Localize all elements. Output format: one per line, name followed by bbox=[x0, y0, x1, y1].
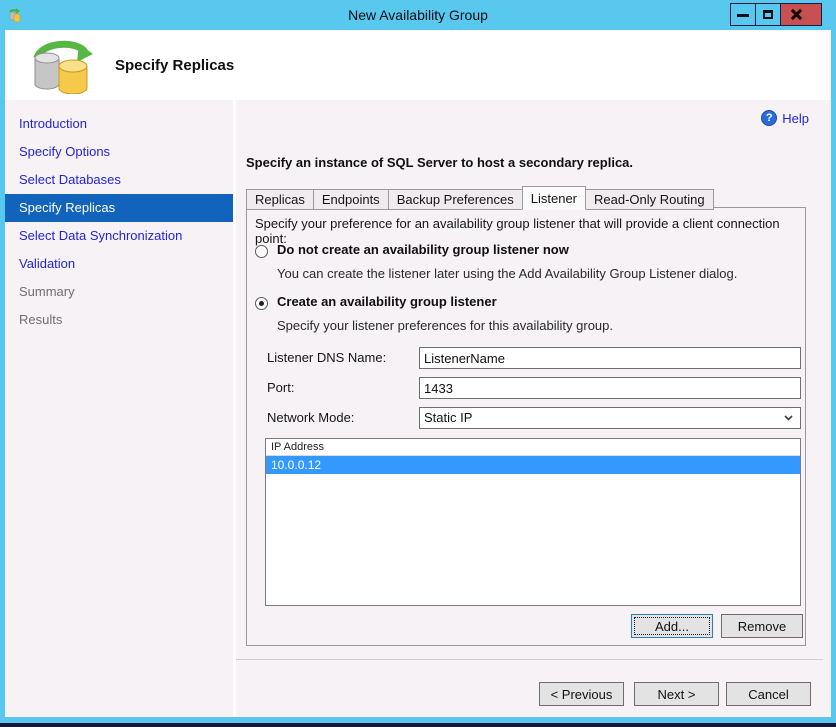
window-bottom-edge bbox=[0, 723, 836, 727]
cancel-button[interactable]: Cancel bbox=[726, 682, 811, 706]
sidebar-item-validation[interactable]: Validation bbox=[5, 250, 233, 278]
maximize-button[interactable] bbox=[755, 3, 781, 26]
create-listener-label[interactable]: Create an availability group listener bbox=[277, 294, 497, 309]
listener-tab-panel: Specify your preference for an availabil… bbox=[246, 207, 806, 646]
tab-read-only-routing[interactable]: Read-Only Routing bbox=[585, 189, 714, 210]
help-label: Help bbox=[782, 110, 809, 126]
dialog-window: New Availability Group Specify Replicas bbox=[0, 0, 836, 727]
window-title: New Availability Group bbox=[348, 7, 488, 23]
ip-list-row[interactable]: 10.0.0.12 bbox=[266, 456, 800, 474]
maximize-icon bbox=[763, 10, 773, 19]
create-listener-description: Specify your listener preferences for th… bbox=[277, 318, 613, 333]
remove-button[interactable]: Remove bbox=[721, 614, 803, 638]
page-title: Specify Replicas bbox=[115, 56, 235, 74]
minimize-button[interactable] bbox=[730, 3, 756, 26]
tab-endpoints[interactable]: Endpoints bbox=[312, 189, 389, 210]
footer-separator bbox=[236, 659, 823, 660]
wizard-dialog: Specify Replicas Introduction Specify Op… bbox=[5, 30, 831, 717]
no-listener-label[interactable]: Do not create an availability group list… bbox=[277, 242, 569, 257]
sidebar-item-introduction[interactable]: Introduction bbox=[5, 110, 233, 138]
network-mode-value: Static IP bbox=[424, 410, 473, 425]
tab-replicas[interactable]: Replicas bbox=[246, 189, 314, 210]
sidebar-item-select-data-synchronization[interactable]: Select Data Synchronization bbox=[5, 222, 233, 250]
sidebar-item-summary: Summary bbox=[19, 284, 75, 299]
wizard-steps-sidebar: Introduction Specify Options Select Data… bbox=[5, 100, 233, 717]
sidebar-item-specify-replicas[interactable]: Specify Replicas bbox=[5, 194, 233, 222]
radio-create-listener[interactable] bbox=[255, 297, 268, 310]
no-listener-description: You can create the listener later using … bbox=[277, 266, 738, 281]
next-button[interactable]: Next > bbox=[634, 682, 719, 706]
radio-no-listener[interactable] bbox=[255, 245, 268, 258]
dns-name-label: Listener DNS Name: bbox=[267, 350, 387, 365]
titlebar[interactable]: New Availability Group bbox=[0, 0, 836, 30]
tab-backup-preferences[interactable]: Backup Preferences bbox=[387, 189, 523, 210]
wizard-content: ? Help Specify an instance of SQL Server… bbox=[236, 100, 831, 717]
wizard-header: Specify Replicas bbox=[5, 30, 831, 100]
ip-list-header: IP Address bbox=[266, 439, 800, 456]
sidebar-item-results: Results bbox=[19, 312, 63, 327]
availability-group-icon bbox=[33, 40, 93, 94]
previous-button[interactable]: < Previous bbox=[539, 682, 624, 706]
sidebar-item-select-databases[interactable]: Select Databases bbox=[5, 166, 233, 194]
help-icon: ? bbox=[761, 110, 778, 126]
port-input[interactable] bbox=[419, 377, 801, 399]
tab-listener[interactable]: Listener bbox=[521, 186, 587, 210]
chevron-down-icon bbox=[784, 415, 793, 421]
instruction-text: Specify an instance of SQL Server to hos… bbox=[246, 155, 634, 170]
add-button[interactable]: Add... bbox=[631, 614, 713, 638]
sidebar-item-specify-options[interactable]: Specify Options bbox=[5, 138, 233, 166]
ip-address-list[interactable]: IP Address 10.0.0.12 bbox=[265, 438, 801, 606]
close-button[interactable] bbox=[780, 3, 822, 26]
tab-strip: Replicas Endpoints Backup Preferences Li… bbox=[246, 186, 714, 210]
dns-name-input[interactable] bbox=[419, 347, 801, 369]
network-mode-select[interactable]: Static IP bbox=[419, 407, 801, 429]
minimize-icon bbox=[737, 14, 749, 17]
network-mode-label: Network Mode: bbox=[267, 410, 355, 425]
help-link[interactable]: ? Help bbox=[761, 110, 809, 126]
port-label: Port: bbox=[267, 380, 295, 395]
